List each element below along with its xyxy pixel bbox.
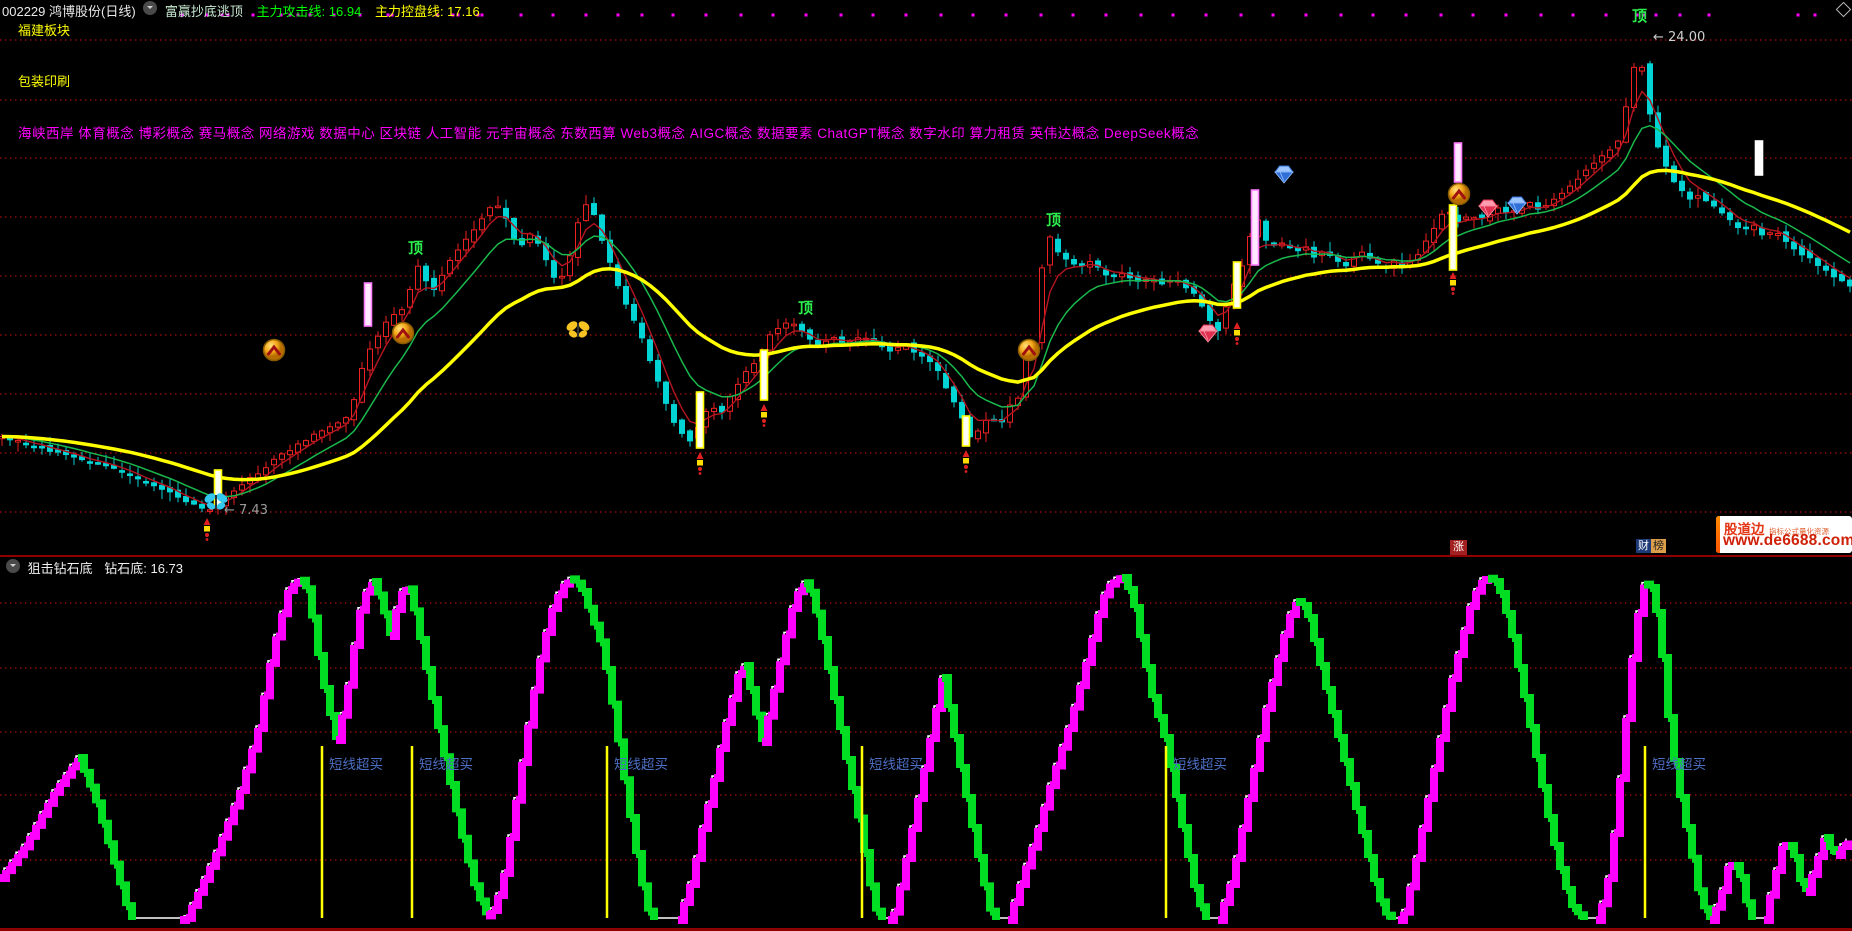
bottom-rocket-marker: [1450, 272, 1457, 295]
overbought-signals: 短线超买 短线超买 短线超买 短线超买 短线超买 短线超买: [322, 746, 1706, 918]
gold-coin-marker: [1449, 184, 1470, 205]
ad-accent-strip: [1716, 516, 1720, 553]
gold-coin-marker: [393, 323, 414, 344]
ma-mid-green: [2, 126, 1850, 497]
top-signal-label: 顶: [798, 300, 813, 317]
concept-tags[interactable]: 海峡西岸 体育概念 博彩概念 赛马概念 网络游戏 数据中心 区块链 人工智能 元…: [18, 122, 1199, 142]
overbought-label: 短线超买: [419, 757, 473, 772]
stock-app-window: 顶顶顶顶← 24.00← 7.43短线超买短线超买短线超买短线超买短线超买短线超…: [0, 0, 1852, 931]
overbought-label: 短线超买: [869, 757, 923, 772]
overbought-label: 短线超买: [614, 757, 668, 772]
zhang-badge[interactable]: 涨: [1450, 540, 1467, 555]
sub-indicator-value: 钻石底: 16.73: [104, 561, 183, 576]
main-indicator-name[interactable]: 富赢抄底逃顶: [165, 4, 243, 19]
main-gridlines: [0, 40, 1852, 512]
top-signal-label: 顶: [408, 240, 423, 257]
ma-fast-red: [2, 91, 1850, 505]
bang-label: 榜: [1651, 539, 1666, 553]
price-callout-label: ← 24.00: [1653, 30, 1705, 45]
ad-url: www.de6688.com: [1723, 532, 1852, 550]
price-callout-label: ← 7.43: [224, 503, 268, 518]
blue-gem-marker: [1275, 166, 1293, 183]
control-line-value: 主力控盘线: 17.16: [375, 4, 480, 19]
overbought-label: 短线超买: [1652, 757, 1706, 772]
bottom-rocket-marker: [963, 450, 970, 473]
chart-markers: [203, 166, 1526, 541]
top-signal-label: 顶: [1046, 212, 1061, 229]
watermark-ad[interactable]: 股道边 指标公式量化资源 www.de6688.com: [1716, 516, 1852, 553]
cai-label: 财: [1636, 539, 1651, 553]
panel-separator: [0, 555, 1852, 557]
caibang-badge[interactable]: 财榜: [1636, 540, 1666, 553]
sub-indicator-name[interactable]: 狙击钻石底: [28, 561, 93, 576]
bottom-rocket-marker: [761, 404, 768, 427]
gold-coin-marker: [1019, 340, 1040, 361]
attack-line-value: 主力攻击线: 16.94: [257, 4, 362, 19]
ma-lines: [2, 91, 1850, 505]
sub-step-indicator: [0, 578, 1848, 920]
top-signal-label: 顶: [1632, 8, 1647, 25]
main-chart-header: 002229 鸿博股份(日线) 富赢抄底逃顶 主力攻击线: 16.94 主力控盘…: [2, 1, 480, 20]
red-gem-marker: [1199, 325, 1217, 342]
overbought-label: 短线超买: [1173, 757, 1227, 772]
gold-coin-marker: [264, 340, 285, 361]
butterfly-marker: [565, 319, 591, 339]
sector-label-fujian[interactable]: 福建板块: [18, 20, 70, 39]
overbought-label: 短线超买: [329, 757, 383, 772]
bottom-rocket-marker: [697, 452, 704, 475]
sector-label-packaging[interactable]: 包装印刷: [18, 71, 70, 90]
indicator-collapse-icon[interactable]: [143, 1, 157, 15]
bottom-rocket-marker: [204, 518, 211, 541]
bottom-rocket-marker: [1234, 322, 1241, 345]
special-candles: [215, 141, 1763, 506]
stock-title: 002229 鸿博股份(日线): [2, 4, 136, 19]
sub-chart-header: 狙击钻石底 钻石底: 16.73: [6, 558, 183, 577]
sub-indicator-collapse-icon[interactable]: [6, 559, 20, 573]
